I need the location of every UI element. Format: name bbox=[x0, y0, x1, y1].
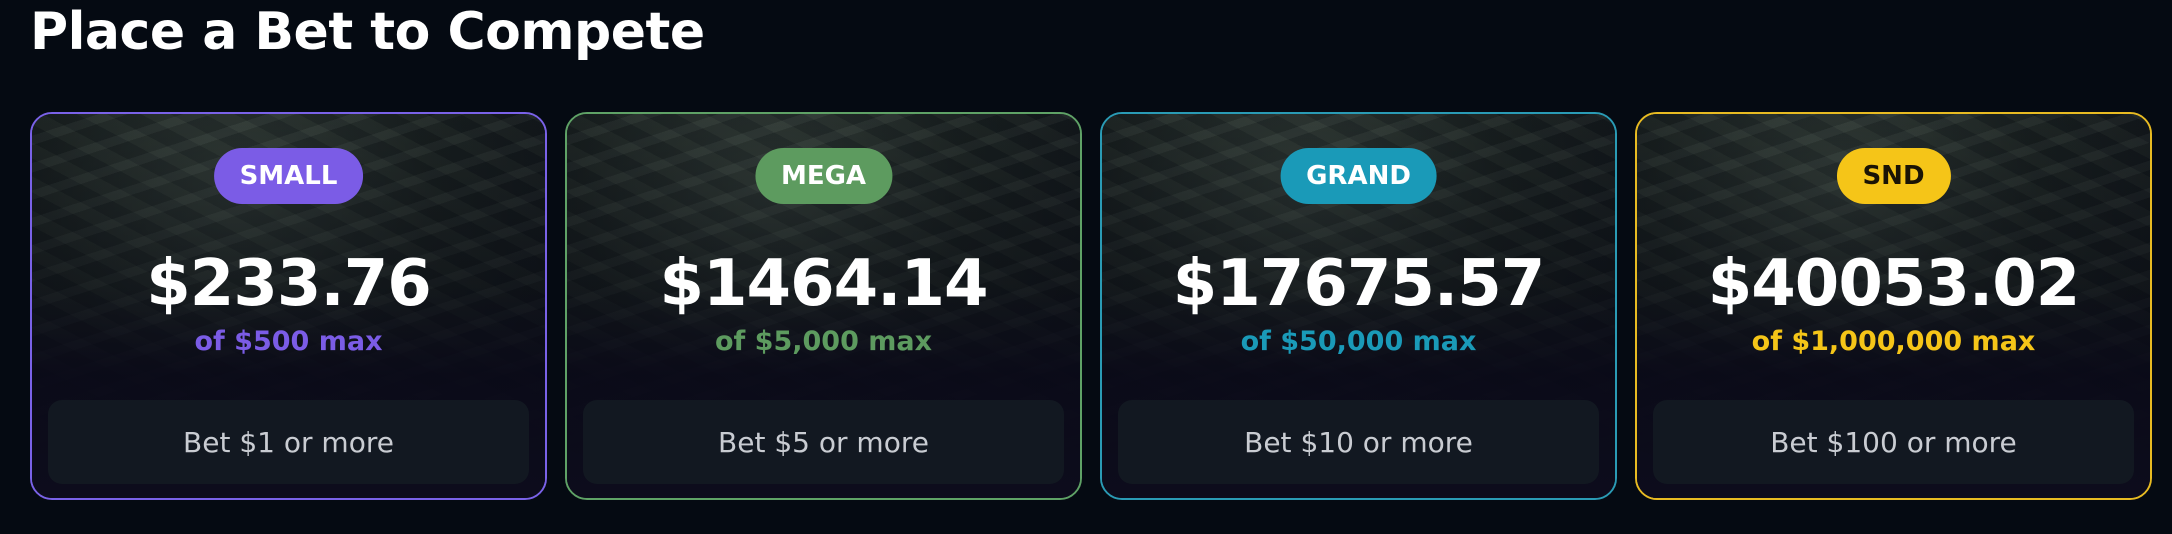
tier-badge: SMALL bbox=[213, 148, 364, 204]
pot-max: of $50,000 max bbox=[1240, 326, 1477, 357]
pot-amount: $40053.02 bbox=[1707, 247, 2081, 321]
pot-amount: $17675.57 bbox=[1172, 247, 1546, 321]
pot-amount: $1464.14 bbox=[659, 247, 988, 321]
tier-badge: GRAND bbox=[1280, 148, 1437, 204]
page-title: Place a Bet to Compete bbox=[30, 2, 705, 62]
bet-card-small[interactable]: SMALL $233.76 of $500 max Bet $1 or more bbox=[30, 112, 547, 500]
bet-button[interactable]: Bet $1 or more bbox=[48, 400, 529, 484]
pot-max: of $500 max bbox=[194, 326, 383, 357]
tier-badge: MEGA bbox=[754, 148, 893, 204]
pot-amount: $233.76 bbox=[146, 247, 432, 321]
pot-max: of $5,000 max bbox=[714, 326, 933, 357]
tier-badge: SND bbox=[1836, 148, 1951, 204]
bet-button[interactable]: Bet $10 or more bbox=[1118, 400, 1599, 484]
bet-card-snd[interactable]: SND $40053.02 of $1,000,000 max Bet $100… bbox=[1635, 112, 2152, 500]
pot-max: of $1,000,000 max bbox=[1751, 326, 2036, 357]
bet-card-grand[interactable]: GRAND $17675.57 of $50,000 max Bet $10 o… bbox=[1100, 112, 1617, 500]
bet-button[interactable]: Bet $100 or more bbox=[1653, 400, 2134, 484]
bet-button[interactable]: Bet $5 or more bbox=[583, 400, 1064, 484]
bet-card-mega[interactable]: MEGA $1464.14 of $5,000 max Bet $5 or mo… bbox=[565, 112, 1082, 500]
bet-cards: SMALL $233.76 of $500 max Bet $1 or more… bbox=[30, 112, 2152, 500]
